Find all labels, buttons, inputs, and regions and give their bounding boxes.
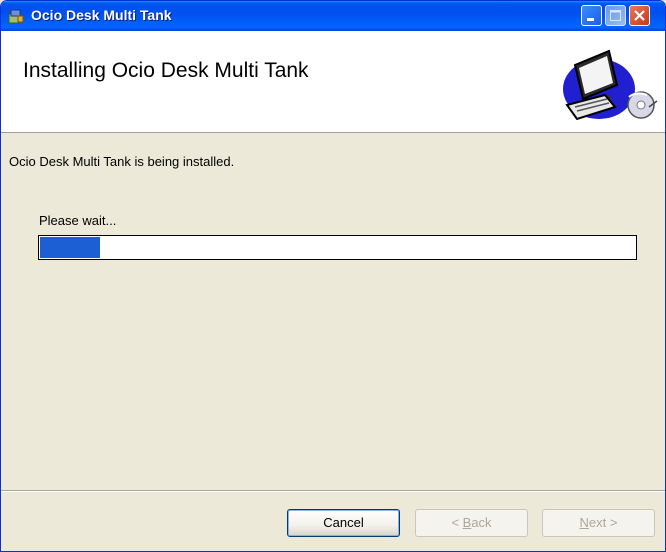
title-bar[interactable]: Ocio Desk Multi Tank <box>1 1 665 31</box>
minimize-button[interactable] <box>581 5 602 26</box>
next-suffix: > <box>606 515 618 530</box>
minimize-icon <box>587 18 594 21</box>
next-label-rest: ext <box>588 515 607 530</box>
window-title: Ocio Desk Multi Tank <box>31 7 172 23</box>
install-description: Ocio Desk Multi Tank is being installed. <box>9 154 235 169</box>
back-label-rest: ack <box>471 515 492 530</box>
back-button[interactable]: < Back <box>415 509 528 537</box>
next-button[interactable]: Next > <box>542 509 655 537</box>
back-prefix: < <box>451 515 463 530</box>
footer-divider <box>1 490 665 492</box>
header-banner: Installing Ocio Desk Multi Tank <box>1 31 665 133</box>
installer-window: Ocio Desk Multi Tank Installing Ocio Des… <box>0 0 666 552</box>
install-progress-bar <box>38 235 637 260</box>
maximize-icon <box>610 10 621 21</box>
cancel-button[interactable]: Cancel <box>287 509 400 537</box>
close-button[interactable] <box>629 5 650 26</box>
next-accelerator: N <box>579 515 589 530</box>
computer-setup-icon <box>563 49 658 121</box>
maximize-button[interactable] <box>605 5 626 26</box>
installer-app-icon <box>8 9 24 24</box>
status-label: Please wait... <box>39 213 117 228</box>
progress-fill <box>40 237 100 258</box>
page-title: Installing Ocio Desk Multi Tank <box>23 59 309 82</box>
close-icon <box>634 10 645 21</box>
